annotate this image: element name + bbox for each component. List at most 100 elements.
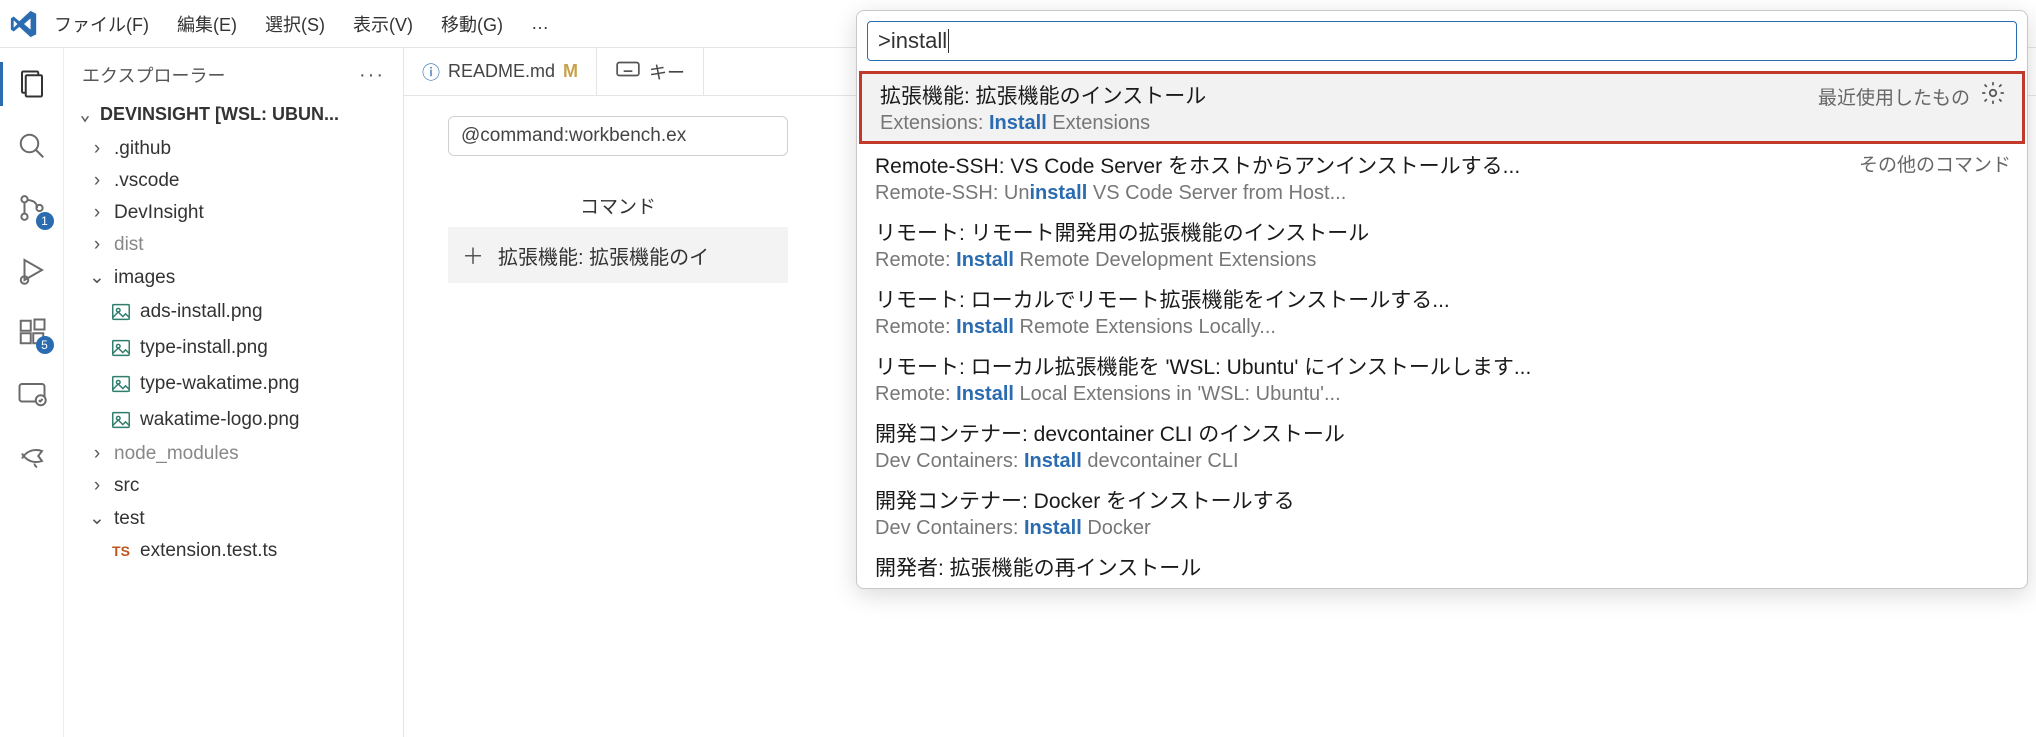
- chevron-down-icon: ⌄: [88, 266, 106, 289]
- menu-more[interactable]: …: [517, 7, 563, 40]
- extensions-icon[interactable]: 5: [14, 314, 50, 350]
- palette-item-main: Remote-SSH: VS Code Server をホストからアンインストー…: [875, 150, 1520, 180]
- palette-item-main: 拡張機能: 拡張機能のインストール: [880, 80, 1206, 110]
- tab-shortcuts[interactable]: キー: [597, 48, 704, 95]
- palette-item[interactable]: リモート: ローカル拡張機能を 'WSL: Ubuntu' にインストールします…: [857, 345, 2027, 412]
- filter-input[interactable]: @command:workbench.ex: [448, 116, 788, 156]
- image-file-icon: [110, 299, 132, 325]
- chevron-right-icon: ›: [88, 202, 106, 224]
- menu-edit[interactable]: 編集(E): [163, 5, 251, 43]
- palette-item[interactable]: 拡張機能: 拡張機能のインストールExtensions: Install Ext…: [859, 71, 2025, 144]
- file-tree: › .github › .vscode › DevInsight ›dist ⌄ima…: [64, 131, 403, 567]
- tree-label: DevInsight: [114, 202, 204, 224]
- sidebar-section-label: DEVINSIGHT [WSL: UBUN...: [100, 104, 339, 125]
- palette-item-main: 開発コンテナー: devcontainer CLI のインストール: [875, 418, 1345, 448]
- chevron-down-icon: ⌄: [76, 104, 94, 125]
- menu-file[interactable]: ファイル(F): [40, 5, 163, 43]
- palette-item-main: 開発コンテナー: Docker をインストールする: [875, 485, 1295, 515]
- palette-item-sub: Extensions: Install Extensions: [880, 112, 1206, 135]
- image-file-icon: [110, 371, 132, 397]
- palette-item-main: リモート: ローカルでリモート拡張機能をインストールする...: [875, 284, 1450, 314]
- palette-item-sub: Dev Containers: Install devcontainer CLI: [875, 450, 1345, 473]
- cmd-column-header: コマンド: [448, 184, 788, 227]
- tree-label: .github: [114, 138, 171, 160]
- tree-label: wakatime-logo.png: [140, 409, 299, 431]
- tree-file[interactable]: wakatime-logo.png: [64, 402, 403, 438]
- palette-item-sub: Remote-SSH: Uninstall VS Code Server fro…: [875, 182, 1520, 205]
- tree-folder[interactable]: ⌄images: [64, 261, 403, 294]
- share-icon[interactable]: [14, 438, 50, 474]
- tree-label: src: [114, 475, 139, 497]
- palette-item[interactable]: 開発コンテナー: Docker をインストールするDev Containers:…: [857, 479, 2027, 546]
- palette-item-sub: Remote: Install Local Extensions in 'WSL…: [875, 383, 1531, 406]
- palette-item[interactable]: 開発コンテナー: devcontainer CLI のインストールDev Con…: [857, 412, 2027, 479]
- menu-view[interactable]: 表示(V): [339, 5, 427, 43]
- palette-item-sub: Remote: Install Remote Development Exten…: [875, 249, 1369, 272]
- tree-label: type-wakatime.png: [140, 373, 299, 395]
- palette-item-sub: Dev Containers: Install Docker: [875, 517, 1295, 540]
- explorer-icon[interactable]: [14, 66, 50, 102]
- chevron-down-icon: ⌄: [88, 507, 106, 530]
- palette-item-main: リモート: リモート開発用の拡張機能のインストール: [875, 217, 1369, 247]
- command-palette: >install 拡張機能: 拡張機能のインストールExtensions: In…: [856, 10, 2028, 589]
- palette-input[interactable]: >install: [867, 21, 2017, 61]
- palette-list: 拡張機能: 拡張機能のインストールExtensions: Install Ext…: [857, 71, 2027, 588]
- tree-file[interactable]: TSextension.test.ts: [64, 535, 403, 567]
- image-file-icon: [110, 407, 132, 433]
- tab-label: キー: [649, 59, 685, 85]
- palette-item[interactable]: Remote-SSH: VS Code Server をホストからアンインストー…: [857, 144, 2027, 211]
- menu-select[interactable]: 選択(S): [251, 5, 339, 43]
- info-icon: ⓘ: [422, 59, 440, 85]
- chevron-right-icon: ›: [88, 138, 106, 160]
- tree-file[interactable]: type-wakatime.png: [64, 366, 403, 402]
- chevron-right-icon: ›: [88, 475, 106, 497]
- tree-folder[interactable]: ›dist: [64, 229, 403, 261]
- text-cursor: [948, 29, 949, 53]
- palette-item[interactable]: リモート: ローカルでリモート拡張機能をインストールする...Remote: I…: [857, 278, 2027, 345]
- search-icon[interactable]: [14, 128, 50, 164]
- tree-folder[interactable]: › .github: [64, 133, 403, 165]
- palette-item-main: リモート: ローカル拡張機能を 'WSL: Ubuntu' にインストールします…: [875, 351, 1531, 381]
- tree-label: .vscode: [114, 170, 179, 192]
- remote-explorer-icon[interactable]: [14, 376, 50, 412]
- keyboard-icon: [615, 56, 641, 87]
- tab-label: README.md: [448, 61, 555, 82]
- tab-readme[interactable]: ⓘ README.md M: [404, 48, 597, 95]
- sidebar-more-icon[interactable]: ···: [359, 64, 385, 87]
- menu-go[interactable]: 移動(G): [427, 5, 517, 43]
- palette-item-right: その他のコマンド: [1859, 150, 2011, 177]
- vscode-logo-icon: [8, 8, 40, 40]
- tree-folder[interactable]: › .vscode: [64, 165, 403, 197]
- modified-badge: M: [563, 61, 578, 82]
- plus-icon: ＋: [462, 239, 484, 271]
- tree-label: ads-install.png: [140, 301, 263, 323]
- scm-icon[interactable]: 1: [14, 190, 50, 226]
- palette-item-main: 開発者: 拡張機能の再インストール: [875, 552, 1201, 582]
- palette-item-right: 最近使用したもの: [1818, 80, 2006, 112]
- palette-input-value: >install: [878, 28, 947, 54]
- tree-folder[interactable]: › DevInsight: [64, 197, 403, 229]
- sidebar-explorer: エクスプローラー ··· ⌄ DEVINSIGHT [WSL: UBUN... …: [64, 48, 404, 737]
- tree-folder[interactable]: ›node_modules: [64, 438, 403, 470]
- tree-file[interactable]: ads-install.png: [64, 294, 403, 330]
- palette-item-sub: Remote: Install Remote Extensions Locall…: [875, 316, 1450, 339]
- tree-folder[interactable]: ⌄ test: [64, 502, 403, 535]
- chevron-right-icon: ›: [88, 234, 106, 256]
- chevron-right-icon: ›: [88, 170, 106, 192]
- run-debug-icon[interactable]: [14, 252, 50, 288]
- cmd-row-label: 拡張機能: 拡張機能のイ: [498, 241, 709, 270]
- palette-item[interactable]: リモート: リモート開発用の拡張機能のインストールRemote: Install…: [857, 211, 2027, 278]
- palette-item[interactable]: 開発者: 拡張機能の再インストール: [857, 546, 2027, 588]
- cmd-list-row[interactable]: ＋ 拡張機能: 拡張機能のイ: [448, 227, 788, 283]
- tree-folder[interactable]: › src: [64, 470, 403, 502]
- scm-badge: 1: [36, 212, 54, 230]
- chevron-right-icon: ›: [88, 443, 106, 465]
- image-file-icon: [110, 335, 132, 361]
- gear-icon[interactable]: [1980, 80, 2006, 112]
- activitybar: 1 5: [0, 48, 64, 737]
- tree-label: test: [114, 508, 145, 530]
- sidebar-section[interactable]: ⌄ DEVINSIGHT [WSL: UBUN...: [64, 98, 403, 131]
- tree-file[interactable]: type-install.png: [64, 330, 403, 366]
- sidebar-title: エクスプローラー: [82, 62, 225, 88]
- extensions-badge: 5: [36, 336, 54, 354]
